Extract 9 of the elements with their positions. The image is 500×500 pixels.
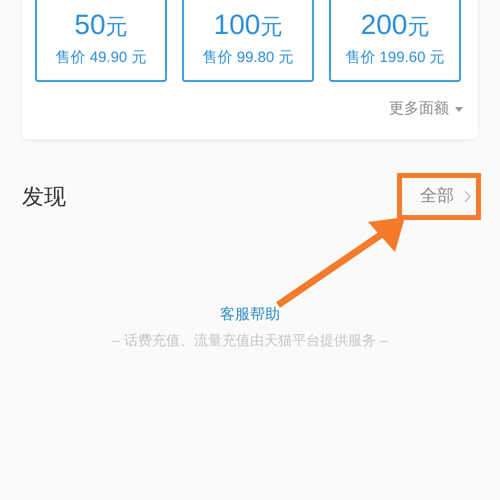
customer-service-link[interactable]: 客服帮助: [220, 304, 280, 326]
view-all-link[interactable]: 全部: [397, 172, 481, 220]
caret-down-icon: [455, 106, 463, 112]
denomination-option[interactable]: 50元 售价 49.90 元: [35, 0, 167, 82]
chevron-right-icon: [464, 190, 471, 202]
denomination-option[interactable]: 100元 售价 99.80 元: [182, 0, 314, 82]
section-title: 发现: [22, 182, 66, 210]
more-denominations-link[interactable]: 更多面额: [389, 98, 463, 120]
denomination-option[interactable]: 200元 售价 199.60 元: [329, 0, 461, 82]
